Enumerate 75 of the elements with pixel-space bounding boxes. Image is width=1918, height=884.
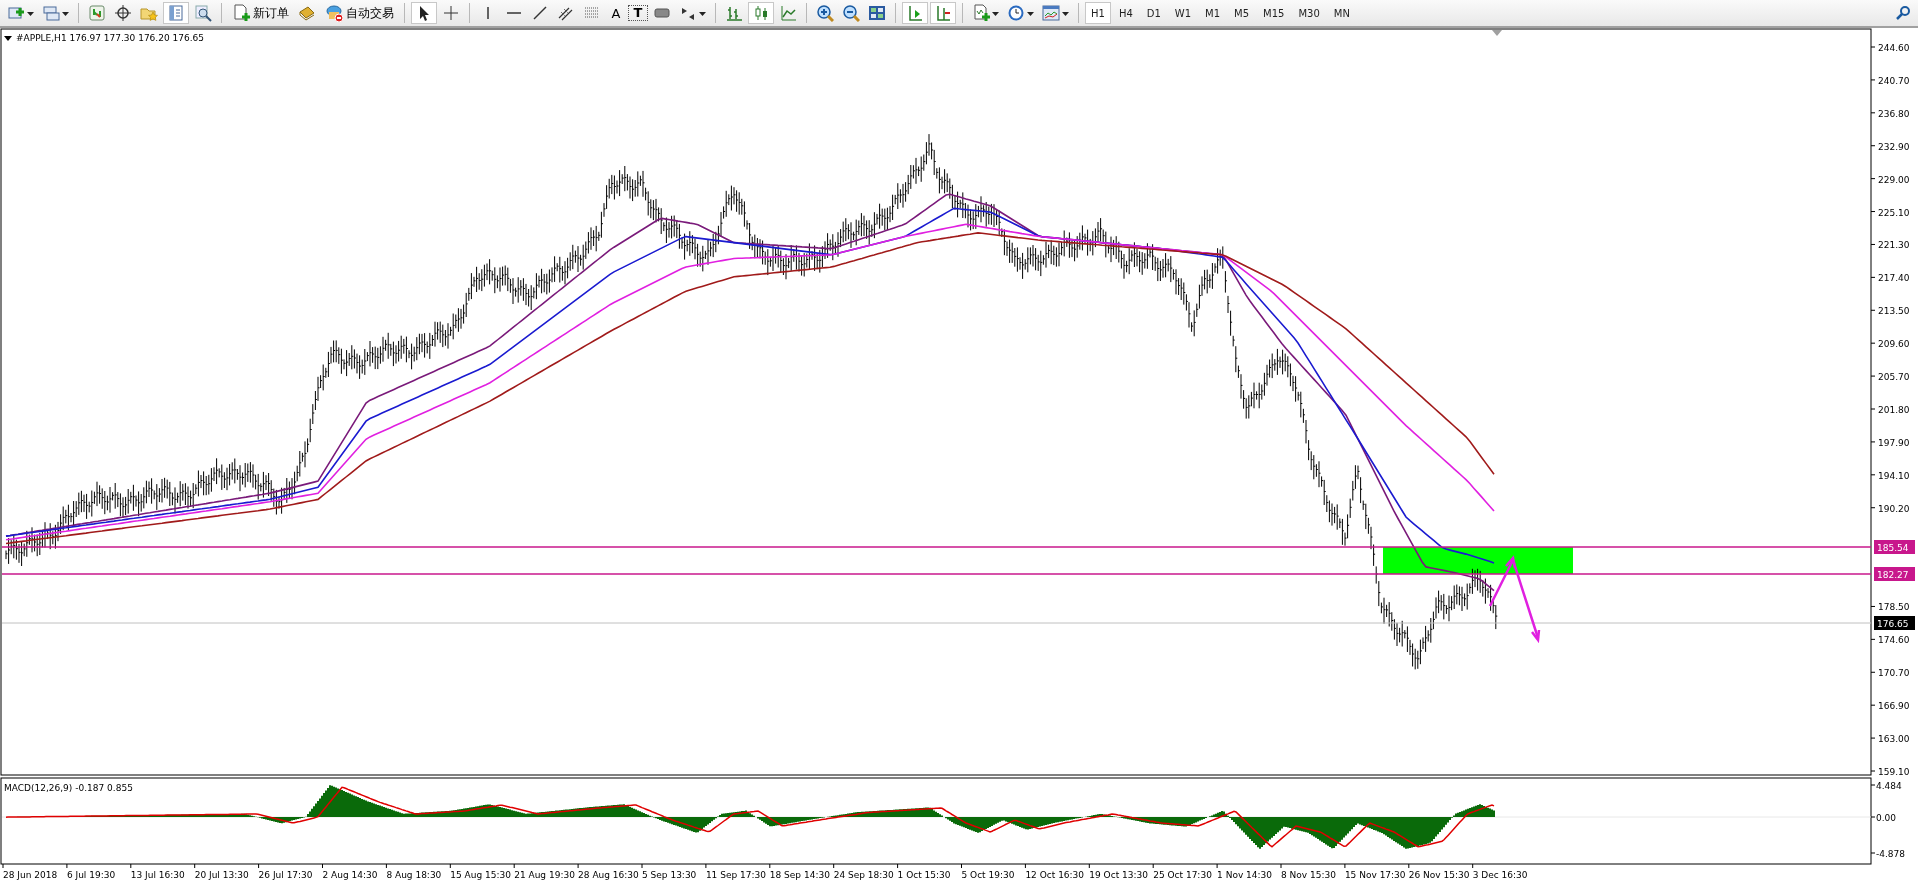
time-label: 6 Jul 19:30	[66, 870, 116, 880]
candlestick-icon[interactable]	[748, 2, 774, 24]
time-label: 11 Sep 17:30	[705, 870, 766, 880]
time-label: 13 Jul 16:30	[130, 870, 185, 880]
timeframe-button[interactable]: M1	[1199, 2, 1227, 24]
timeframe-button[interactable]: M5	[1228, 2, 1256, 24]
time-label: 8 Nov 15:30	[1281, 870, 1336, 880]
price-label: 170.70	[1878, 668, 1910, 679]
price-label: 159.10	[1878, 767, 1910, 777]
price-label: 205.70	[1878, 372, 1910, 383]
robot-icon	[325, 4, 343, 22]
timeframe-button[interactable]: H4	[1112, 2, 1139, 24]
price-label: 229.00	[1878, 174, 1910, 185]
time-label: 21 Aug 19:30	[514, 870, 575, 880]
price-label: 174.60	[1878, 635, 1910, 646]
time-label: 26 Nov 15:30	[1408, 870, 1470, 880]
macd-axis-label: 4.484	[1876, 781, 1902, 791]
price-label: 213.50	[1878, 306, 1910, 317]
timeframe-button[interactable]: D1	[1140, 2, 1167, 24]
price-label: 194.10	[1878, 470, 1910, 481]
price-label: 240.70	[1878, 75, 1910, 86]
price-label: 232.90	[1878, 141, 1910, 152]
timeframe-button[interactable]: M15	[1257, 2, 1291, 24]
time-label: 5 Sep 13:30	[642, 870, 697, 880]
macd-title: MACD(12,26,9) -0.187 0.855	[4, 783, 133, 793]
time-label: 18 Sep 14:30	[769, 870, 830, 880]
price-label: 197.90	[1878, 437, 1910, 448]
chart-title: #APPLE,H1 176.97 177.30 176.20 176.65	[16, 33, 204, 43]
time-label: 20 Jul 13:30	[194, 870, 249, 880]
price-label: 236.80	[1878, 108, 1910, 119]
time-label: 19 Oct 13:30	[1089, 870, 1148, 880]
autoscroll-icon[interactable]	[902, 2, 928, 24]
time-label: 26 Jul 17:30	[258, 870, 313, 880]
price-label: 166.90	[1878, 701, 1910, 712]
cursor-icon[interactable]	[411, 2, 437, 24]
price-tag: 176.65	[1874, 616, 1915, 630]
document-plus-icon	[232, 4, 250, 22]
price-label: 209.60	[1878, 339, 1910, 350]
label-tool-button[interactable]: T	[628, 5, 648, 21]
price-label: 190.20	[1878, 503, 1910, 514]
time-label: 3 Dec 16:30	[1472, 870, 1528, 880]
price-tag: 182.27	[1874, 567, 1915, 581]
price-label: 225.10	[1878, 207, 1910, 218]
macd-axis-label: -4.878	[1876, 849, 1905, 859]
price-label: 178.50	[1878, 602, 1910, 613]
time-label: 12 Oct 16:30	[1025, 870, 1085, 880]
time-label: 28 Aug 16:30	[578, 870, 639, 880]
price-tag: 185.54	[1874, 540, 1915, 554]
time-label: 2 Aug 14:30	[322, 870, 378, 880]
time-label: 15 Nov 17:30	[1344, 870, 1406, 880]
timeframe-button[interactable]: H1	[1085, 2, 1111, 24]
price-label: 217.40	[1878, 273, 1910, 284]
template-icon[interactable]	[1039, 2, 1072, 24]
price-label: 221.30	[1878, 240, 1910, 251]
timeframe-button[interactable]: M30	[1292, 2, 1326, 24]
timeframe-button[interactable]: W1	[1168, 2, 1198, 24]
price-label: 201.80	[1878, 405, 1910, 415]
timeframe-button[interactable]: MN	[1327, 2, 1356, 24]
new-order-button[interactable]: 新订单	[228, 2, 293, 24]
shift-marker-icon[interactable]	[1492, 30, 1502, 36]
price-label: 163.00	[1878, 734, 1910, 745]
auto-trading-button[interactable]: 自动交易	[321, 2, 398, 24]
time-label: 15 Aug 15:30	[450, 870, 511, 880]
time-label: 28 Jun 2018	[3, 870, 58, 880]
time-label: 5 Oct 19:30	[961, 870, 1015, 880]
chart-shift-icon[interactable]	[930, 2, 956, 24]
text-tool-button[interactable]: A	[606, 2, 626, 24]
time-label: 24 Sep 18:30	[833, 870, 894, 880]
time-label: 1 Oct 15:30	[897, 870, 951, 880]
macd-axis-label: 0.00	[1876, 813, 1897, 823]
time-label: 1 Nov 14:30	[1217, 870, 1273, 880]
price-label: 244.60	[1878, 43, 1910, 53]
dropdown-triangle-icon[interactable]	[4, 36, 12, 41]
time-label: 25 Oct 17:30	[1153, 870, 1212, 880]
time-label: 8 Aug 18:30	[386, 870, 442, 880]
